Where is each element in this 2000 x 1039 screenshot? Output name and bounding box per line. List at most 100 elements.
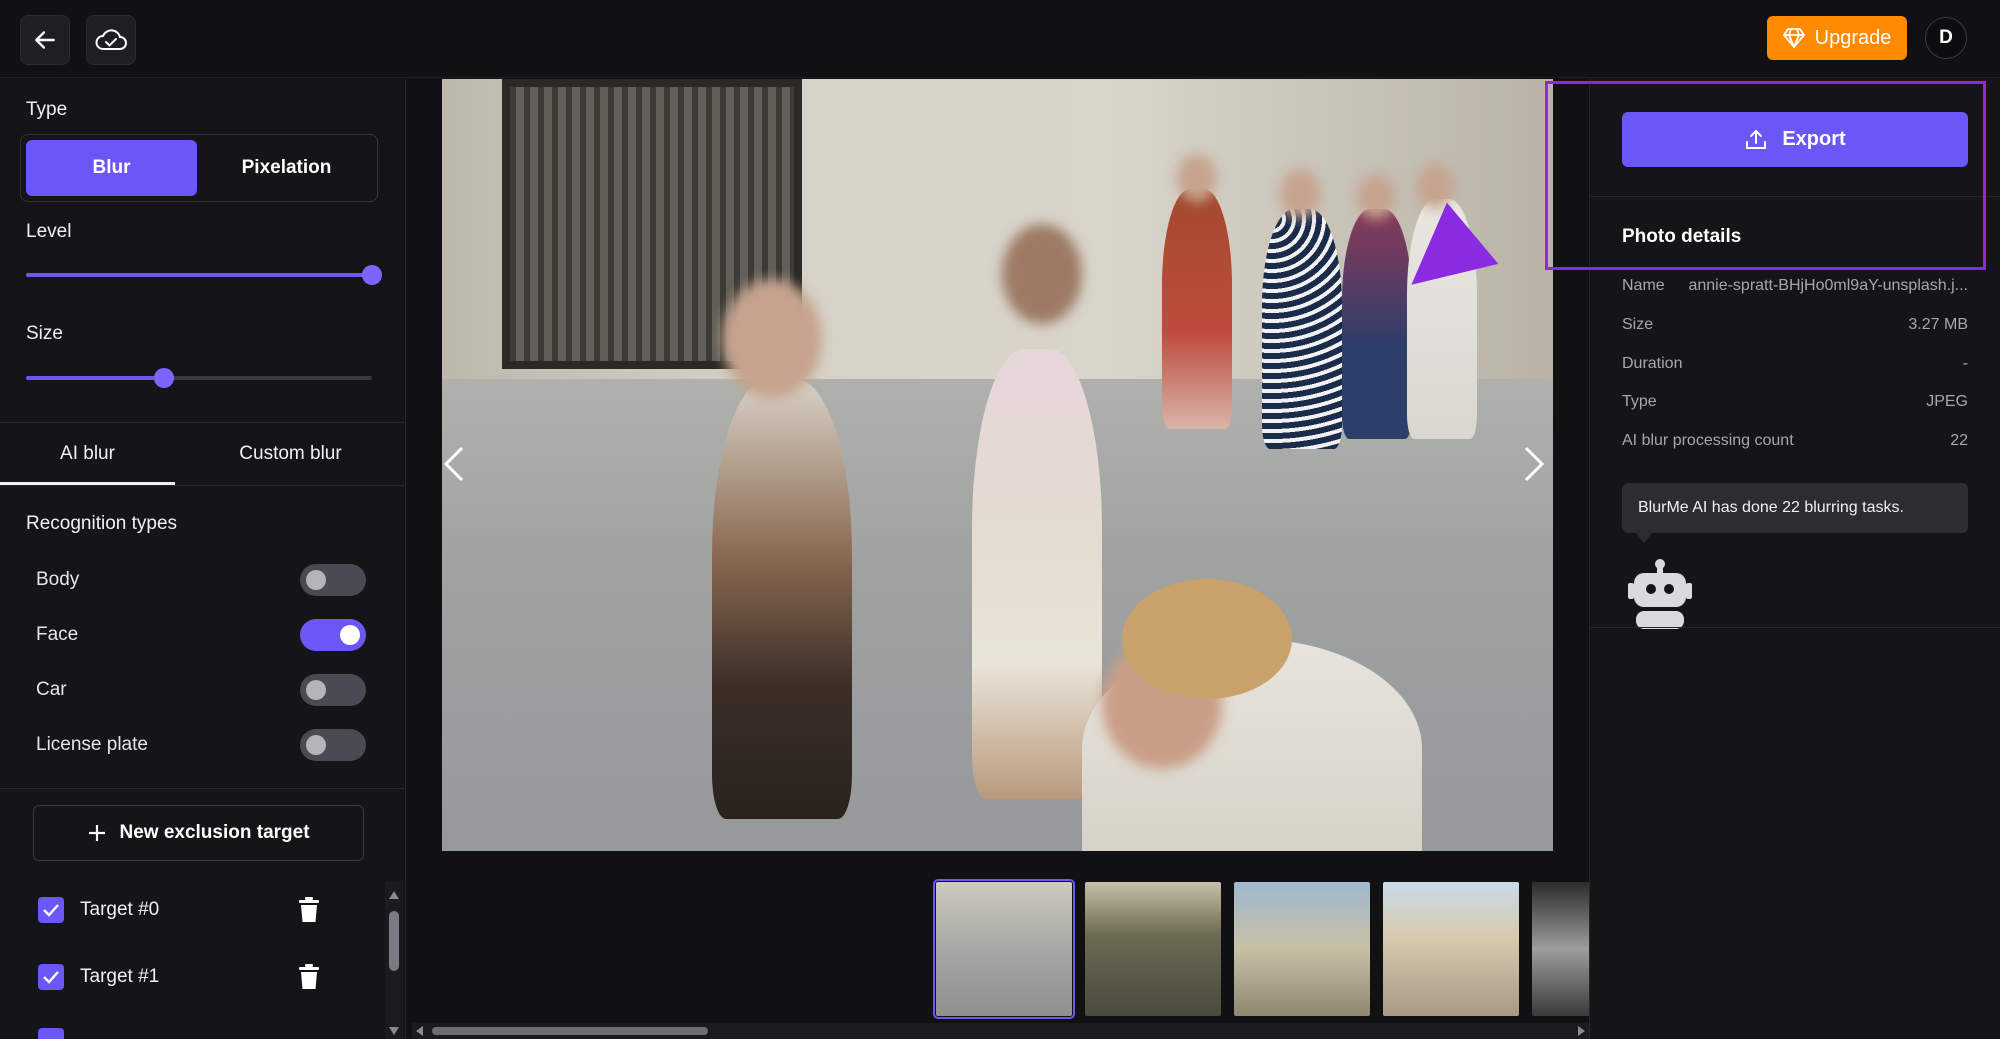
photo-person — [972, 349, 1102, 799]
cloud-check-icon — [95, 29, 127, 50]
target-list-scrollbar[interactable] — [385, 881, 403, 1039]
divider — [0, 485, 405, 486]
photo-person — [1262, 209, 1342, 449]
level-label: Level — [26, 221, 72, 242]
chevron-left-icon — [443, 446, 464, 482]
tab-ai-blur[interactable]: AI blur — [0, 423, 175, 485]
toggle-knob — [306, 735, 326, 755]
recognition-label-license-plate: License plate — [36, 734, 148, 755]
recognition-types-label: Recognition types — [26, 513, 178, 534]
toggle-knob — [306, 680, 326, 700]
detail-key: Type — [1622, 393, 1657, 410]
detail-row-size: Size 3.27 MB — [1622, 316, 1968, 340]
scroll-thumb[interactable] — [389, 911, 399, 971]
type-label: Type — [26, 99, 68, 120]
size-slider-fill — [26, 376, 164, 380]
cloud-sync-button[interactable] — [86, 15, 136, 65]
thumbnail-4[interactable] — [1383, 882, 1519, 1016]
blurred-face — [1357, 174, 1395, 219]
prev-photo-button[interactable] — [442, 444, 466, 494]
car-toggle[interactable] — [300, 674, 366, 706]
body-toggle[interactable] — [300, 564, 366, 596]
target-checkbox[interactable] — [38, 897, 64, 923]
recognition-label-face: Face — [36, 624, 79, 645]
thumbnail-5[interactable] — [1532, 882, 1589, 1016]
ai-tip-bubble: BlurMe AI has done 22 blurring tasks. — [1622, 483, 1968, 543]
target-label: Target #0 — [80, 899, 160, 920]
target-row-partial — [38, 1025, 338, 1039]
size-slider[interactable] — [26, 368, 372, 388]
chevron-right-icon — [1524, 446, 1545, 482]
recognition-row-face: Face — [36, 618, 366, 652]
scroll-up-arrow[interactable] — [389, 891, 399, 899]
size-slider-thumb[interactable] — [154, 368, 174, 388]
thumbnail-scrollbar[interactable] — [412, 1023, 1589, 1039]
back-button[interactable] — [20, 15, 70, 65]
divider — [0, 788, 405, 789]
recognition-label-car: Car — [36, 679, 67, 700]
arrow-left-icon — [35, 31, 55, 49]
plus-icon — [89, 825, 106, 841]
blur-mode-tabs: AI blur Custom blur — [0, 423, 405, 485]
user-avatar[interactable]: D — [1925, 17, 1967, 59]
type-pixelation-button[interactable]: Pixelation — [201, 140, 372, 196]
check-icon — [43, 971, 59, 984]
face-toggle[interactable] — [300, 619, 366, 651]
target-checkbox[interactable] — [38, 1028, 64, 1039]
detail-row-ai-blur-count: AI blur processing count 22 — [1622, 432, 1968, 456]
detail-key: Duration — [1622, 355, 1683, 372]
blurred-face — [722, 279, 822, 399]
highlight-box — [1545, 81, 1986, 270]
top-bar: Upgrade D — [0, 0, 2000, 78]
blurred-face — [1177, 154, 1217, 202]
target-label: Target #1 — [80, 966, 160, 987]
type-blur-button[interactable]: Blur — [26, 140, 197, 196]
level-slider-fill — [26, 273, 372, 277]
recognition-row-license-plate: License plate — [36, 728, 366, 762]
trash-icon[interactable] — [298, 964, 320, 990]
toggle-knob — [340, 625, 360, 645]
thumbnail-1[interactable] — [933, 879, 1075, 1019]
scroll-left-arrow[interactable] — [416, 1026, 423, 1036]
new-exclusion-label: New exclusion target — [119, 822, 310, 843]
detail-row-type: Type JPEG — [1622, 393, 1968, 417]
blurred-face — [1417, 164, 1453, 209]
thumbnail-3[interactable] — [1234, 882, 1370, 1016]
scroll-down-arrow[interactable] — [389, 1027, 399, 1035]
scroll-thumb[interactable] — [432, 1027, 708, 1035]
upgrade-button[interactable]: Upgrade — [1767, 16, 1907, 60]
blurred-face — [1002, 224, 1082, 324]
divider — [1590, 627, 2000, 628]
type-segmented-control: Blur Pixelation — [20, 134, 378, 202]
license-plate-toggle[interactable] — [300, 729, 366, 761]
main-photo — [442, 79, 1553, 851]
level-slider[interactable] — [26, 265, 382, 285]
new-exclusion-target-button[interactable]: New exclusion target — [33, 805, 364, 861]
detail-row-name: Name annie-spratt-BHjHo0ml9aY-unsplash.j… — [1622, 277, 1968, 301]
detail-row-duration: Duration - — [1622, 355, 1968, 379]
photo-hair — [1122, 579, 1292, 699]
tab-custom-blur[interactable]: Custom blur — [175, 423, 405, 485]
level-slider-thumb[interactable] — [362, 265, 382, 285]
recognition-row-body: Body — [36, 563, 366, 597]
robot-icon — [1628, 559, 1692, 629]
photo-person — [1162, 189, 1232, 429]
recognition-row-car: Car — [36, 673, 366, 707]
diamond-icon — [1782, 28, 1805, 48]
preview-area — [406, 79, 1589, 1039]
check-icon — [43, 904, 59, 917]
detail-value: annie-spratt-BHjHo0ml9aY-unsplash.j... — [1688, 277, 1968, 294]
next-photo-button[interactable] — [1522, 444, 1546, 494]
left-panel: Type Blur Pixelation Level Size AI blur … — [0, 79, 406, 1039]
target-row: Target #1 — [38, 961, 338, 993]
detail-value: 3.27 MB — [1908, 316, 1968, 333]
recognition-label-body: Body — [36, 569, 80, 590]
upgrade-label: Upgrade — [1814, 26, 1892, 49]
target-checkbox[interactable] — [38, 964, 64, 990]
thumbnail-2[interactable] — [1085, 882, 1221, 1016]
target-row: Target #0 — [38, 894, 338, 926]
trash-icon[interactable] — [298, 897, 320, 923]
size-label: Size — [26, 323, 63, 344]
scroll-right-arrow[interactable] — [1578, 1026, 1585, 1036]
thumbnail-strip — [930, 879, 1589, 1019]
